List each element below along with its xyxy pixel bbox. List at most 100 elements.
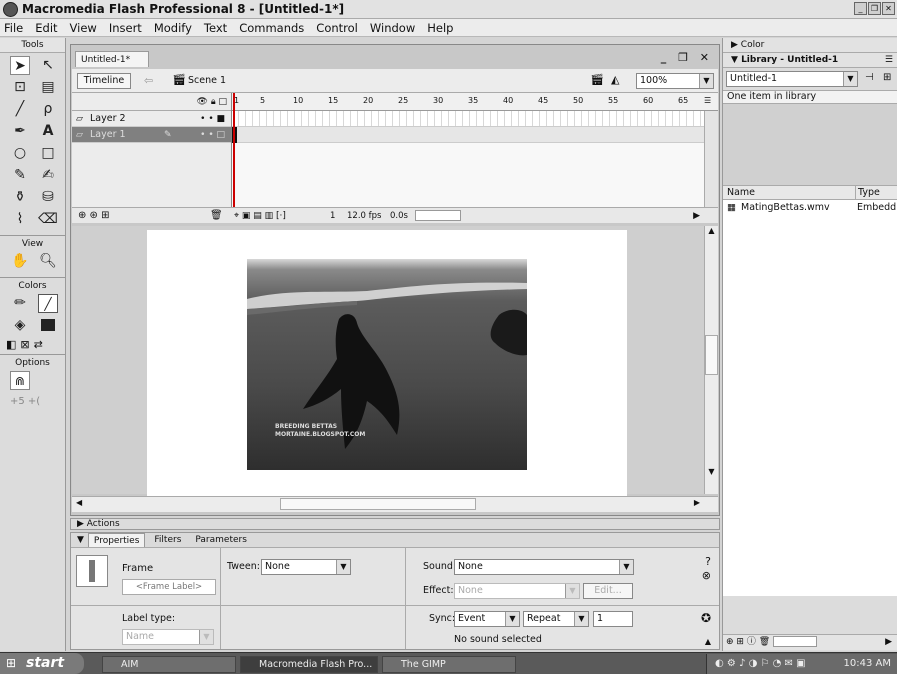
brush-tool-icon[interactable]: ✍ — [38, 166, 58, 185]
repeat-select[interactable]: Repeat ▼ — [523, 611, 589, 627]
minimize-button[interactable]: _ — [854, 2, 867, 15]
back-arrow-icon[interactable]: ⇦ — [144, 74, 153, 87]
playhead[interactable] — [233, 93, 235, 223]
scroll-thumb[interactable] — [705, 335, 718, 375]
timeline-button[interactable]: Timeline — [77, 73, 131, 89]
frame-row-layer-1[interactable] — [232, 127, 718, 143]
zoom-tool-icon[interactable]: 🔍︎ — [38, 252, 58, 271]
text-tool-icon[interactable]: A — [38, 122, 58, 141]
document-tab[interactable]: Untitled-1* — [75, 51, 149, 67]
taskbar-item-gimp[interactable]: The GIMP — [382, 656, 516, 673]
color-panel-bar[interactable]: ▶ Color — [723, 38, 897, 53]
help-icon[interactable]: ? — [705, 555, 711, 568]
menu-help[interactable]: Help — [427, 19, 453, 36]
tween-select[interactable]: None ▼ — [261, 559, 351, 575]
selection-tool-icon[interactable]: ➤ — [10, 56, 30, 75]
fill-color-swatch[interactable] — [38, 316, 58, 335]
col-name-header[interactable]: Name — [727, 186, 755, 199]
close-button[interactable]: ✕ — [882, 2, 895, 15]
effect-select[interactable]: None ▼ — [454, 583, 580, 599]
collapse-arrow-icon[interactable]: ▼ — [77, 533, 84, 547]
edit-button[interactable]: Edit... — [583, 583, 633, 599]
zoom-select[interactable]: 100% ▼ — [636, 73, 714, 89]
eye-icon[interactable]: 👁︎ — [197, 97, 208, 107]
tab-parameters[interactable]: Parameters — [190, 533, 252, 547]
smooth-straighten-icon[interactable]: +5 +( — [10, 396, 65, 407]
new-symbol-icon[interactable]: ⊕ — [726, 637, 734, 647]
library-panel-bar[interactable]: ▼ Library - Untitled-1 ☰ — [723, 53, 897, 68]
scroll-left-icon[interactable]: ◀ — [76, 498, 82, 507]
clock[interactable]: 10:43 AM — [844, 654, 891, 674]
library-item[interactable]: ▦ MatingBettas.wmv Embedd — [723, 200, 897, 216]
ink-bottle-tool-icon[interactable]: ⚱ — [10, 188, 30, 207]
eraser-tool-icon[interactable]: ⌫ — [38, 210, 58, 229]
frame-label-input[interactable]: <Frame Label> — [122, 579, 216, 595]
eyedropper-tool-icon[interactable]: ⌇ — [10, 210, 30, 229]
stroke-color-icon[interactable]: ✏ — [10, 294, 30, 313]
hand-tool-icon[interactable]: ✋ — [10, 252, 30, 271]
actions-panel-bar[interactable]: ▶ Actions — [70, 518, 720, 530]
frame-row-layer-2[interactable] — [232, 111, 718, 127]
taskbar-item-flash[interactable]: Macromedia Flash Pro... — [240, 656, 378, 673]
repeat-count-input[interactable]: 1 — [593, 611, 633, 627]
fill-color-icon[interactable]: ◈ — [10, 316, 30, 335]
oval-tool-icon[interactable]: ○ — [10, 144, 30, 163]
col-type-header[interactable]: Type — [855, 186, 880, 199]
layer-row-1[interactable]: ▱ Layer 1 ✎ • • □ — [72, 127, 231, 143]
scroll-down-icon[interactable]: ▼ — [705, 467, 718, 476]
line-tool-icon[interactable]: ╱ — [10, 100, 30, 119]
trash-icon[interactable]: 🗑︎ — [210, 208, 223, 224]
accessibility-icon[interactable]: ✪ — [701, 611, 711, 625]
menu-control[interactable]: Control — [316, 19, 358, 36]
edit-scene-icon[interactable]: 🎬︎ — [590, 73, 604, 86]
library-list[interactable] — [723, 216, 897, 596]
scroll-thumb[interactable] — [280, 498, 476, 510]
sound-select[interactable]: None ▼ — [454, 559, 634, 575]
scroll-right-icon[interactable]: ▶ — [694, 498, 700, 507]
properties-icon[interactable]: ⓘ — [747, 637, 756, 647]
subselection-tool-icon[interactable]: ↖ — [38, 56, 58, 75]
new-folder-icon[interactable]: ⊞ — [736, 637, 744, 647]
scroll-right-icon[interactable]: ▶ — [693, 208, 700, 224]
lock-icon[interactable]: 🔒︎ — [211, 97, 216, 107]
stage-horizontal-scrollbar[interactable]: ◀ ▶ — [72, 496, 718, 512]
edit-symbols-icon[interactable]: ◭ — [611, 73, 619, 86]
rectangle-tool-icon[interactable]: □ — [38, 144, 58, 163]
collapse-up-icon[interactable]: ▲ — [705, 637, 711, 646]
menu-commands[interactable]: Commands — [239, 19, 304, 36]
timeline-horizontal-scrollbar[interactable] — [415, 210, 461, 221]
stroke-color-swatch[interactable]: ╱ — [38, 294, 58, 313]
restore-button[interactable]: ❐ — [868, 2, 881, 15]
frames-area[interactable]: 1 5 10 15 20 25 30 35 40 45 50 55 60 65 … — [232, 93, 718, 223]
tab-properties[interactable]: Properties — [87, 533, 146, 547]
no-color-icon[interactable]: ⊠ — [20, 338, 29, 351]
stage-vertical-scrollbar[interactable]: ▲ ▼ — [704, 226, 718, 494]
edit-in-place-icon[interactable]: ⊗ — [702, 569, 711, 582]
menu-view[interactable]: View — [70, 19, 97, 36]
timeline-menu-icon[interactable]: ☰ — [704, 96, 711, 105]
pin-library-icon[interactable]: ⊣ — [865, 72, 874, 83]
tab-filters[interactable]: Filters — [149, 533, 186, 547]
layer-row-2[interactable]: ▱ Layer 2 • • ■ — [72, 111, 231, 127]
scene-label[interactable]: Scene 1 — [188, 75, 226, 86]
flash-app-icon[interactable] — [3, 2, 18, 17]
scroll-right-icon[interactable]: ▶ — [885, 635, 892, 650]
pen-tool-icon[interactable]: ✒ — [10, 122, 30, 141]
label-type-select[interactable]: Name ▼ — [122, 629, 214, 645]
taskbar-item-aim[interactable]: AIM — [102, 656, 236, 673]
snap-to-objects-icon[interactable]: ⋒ — [10, 371, 30, 390]
scroll-up-icon[interactable]: ▲ — [705, 226, 718, 235]
stage[interactable]: Breeding Bettas mortaine.blogspot.com — [147, 230, 627, 496]
delete-icon[interactable]: 🗑︎ — [759, 637, 770, 647]
pencil-tool-icon[interactable]: ✎ — [10, 166, 30, 185]
sync-select[interactable]: Event ▼ — [454, 611, 520, 627]
document-window-controls[interactable]: _ ❐ ✕ — [661, 51, 713, 64]
swap-colors-icon[interactable]: ⇄ — [34, 338, 43, 351]
black-white-icon[interactable]: ◧ — [6, 338, 16, 351]
outline-icon[interactable]: □ — [218, 97, 227, 107]
timeline-vertical-scrollbar[interactable] — [704, 111, 718, 207]
free-transform-tool-icon[interactable]: ⊡ — [10, 78, 30, 97]
fill-transform-tool-icon[interactable]: ▤ — [38, 78, 58, 97]
paint-bucket-tool-icon[interactable]: ⛁ — [38, 188, 58, 207]
onion-skin-icons[interactable]: ⌖ ▣ ▤ ▥ [·] — [234, 208, 286, 224]
